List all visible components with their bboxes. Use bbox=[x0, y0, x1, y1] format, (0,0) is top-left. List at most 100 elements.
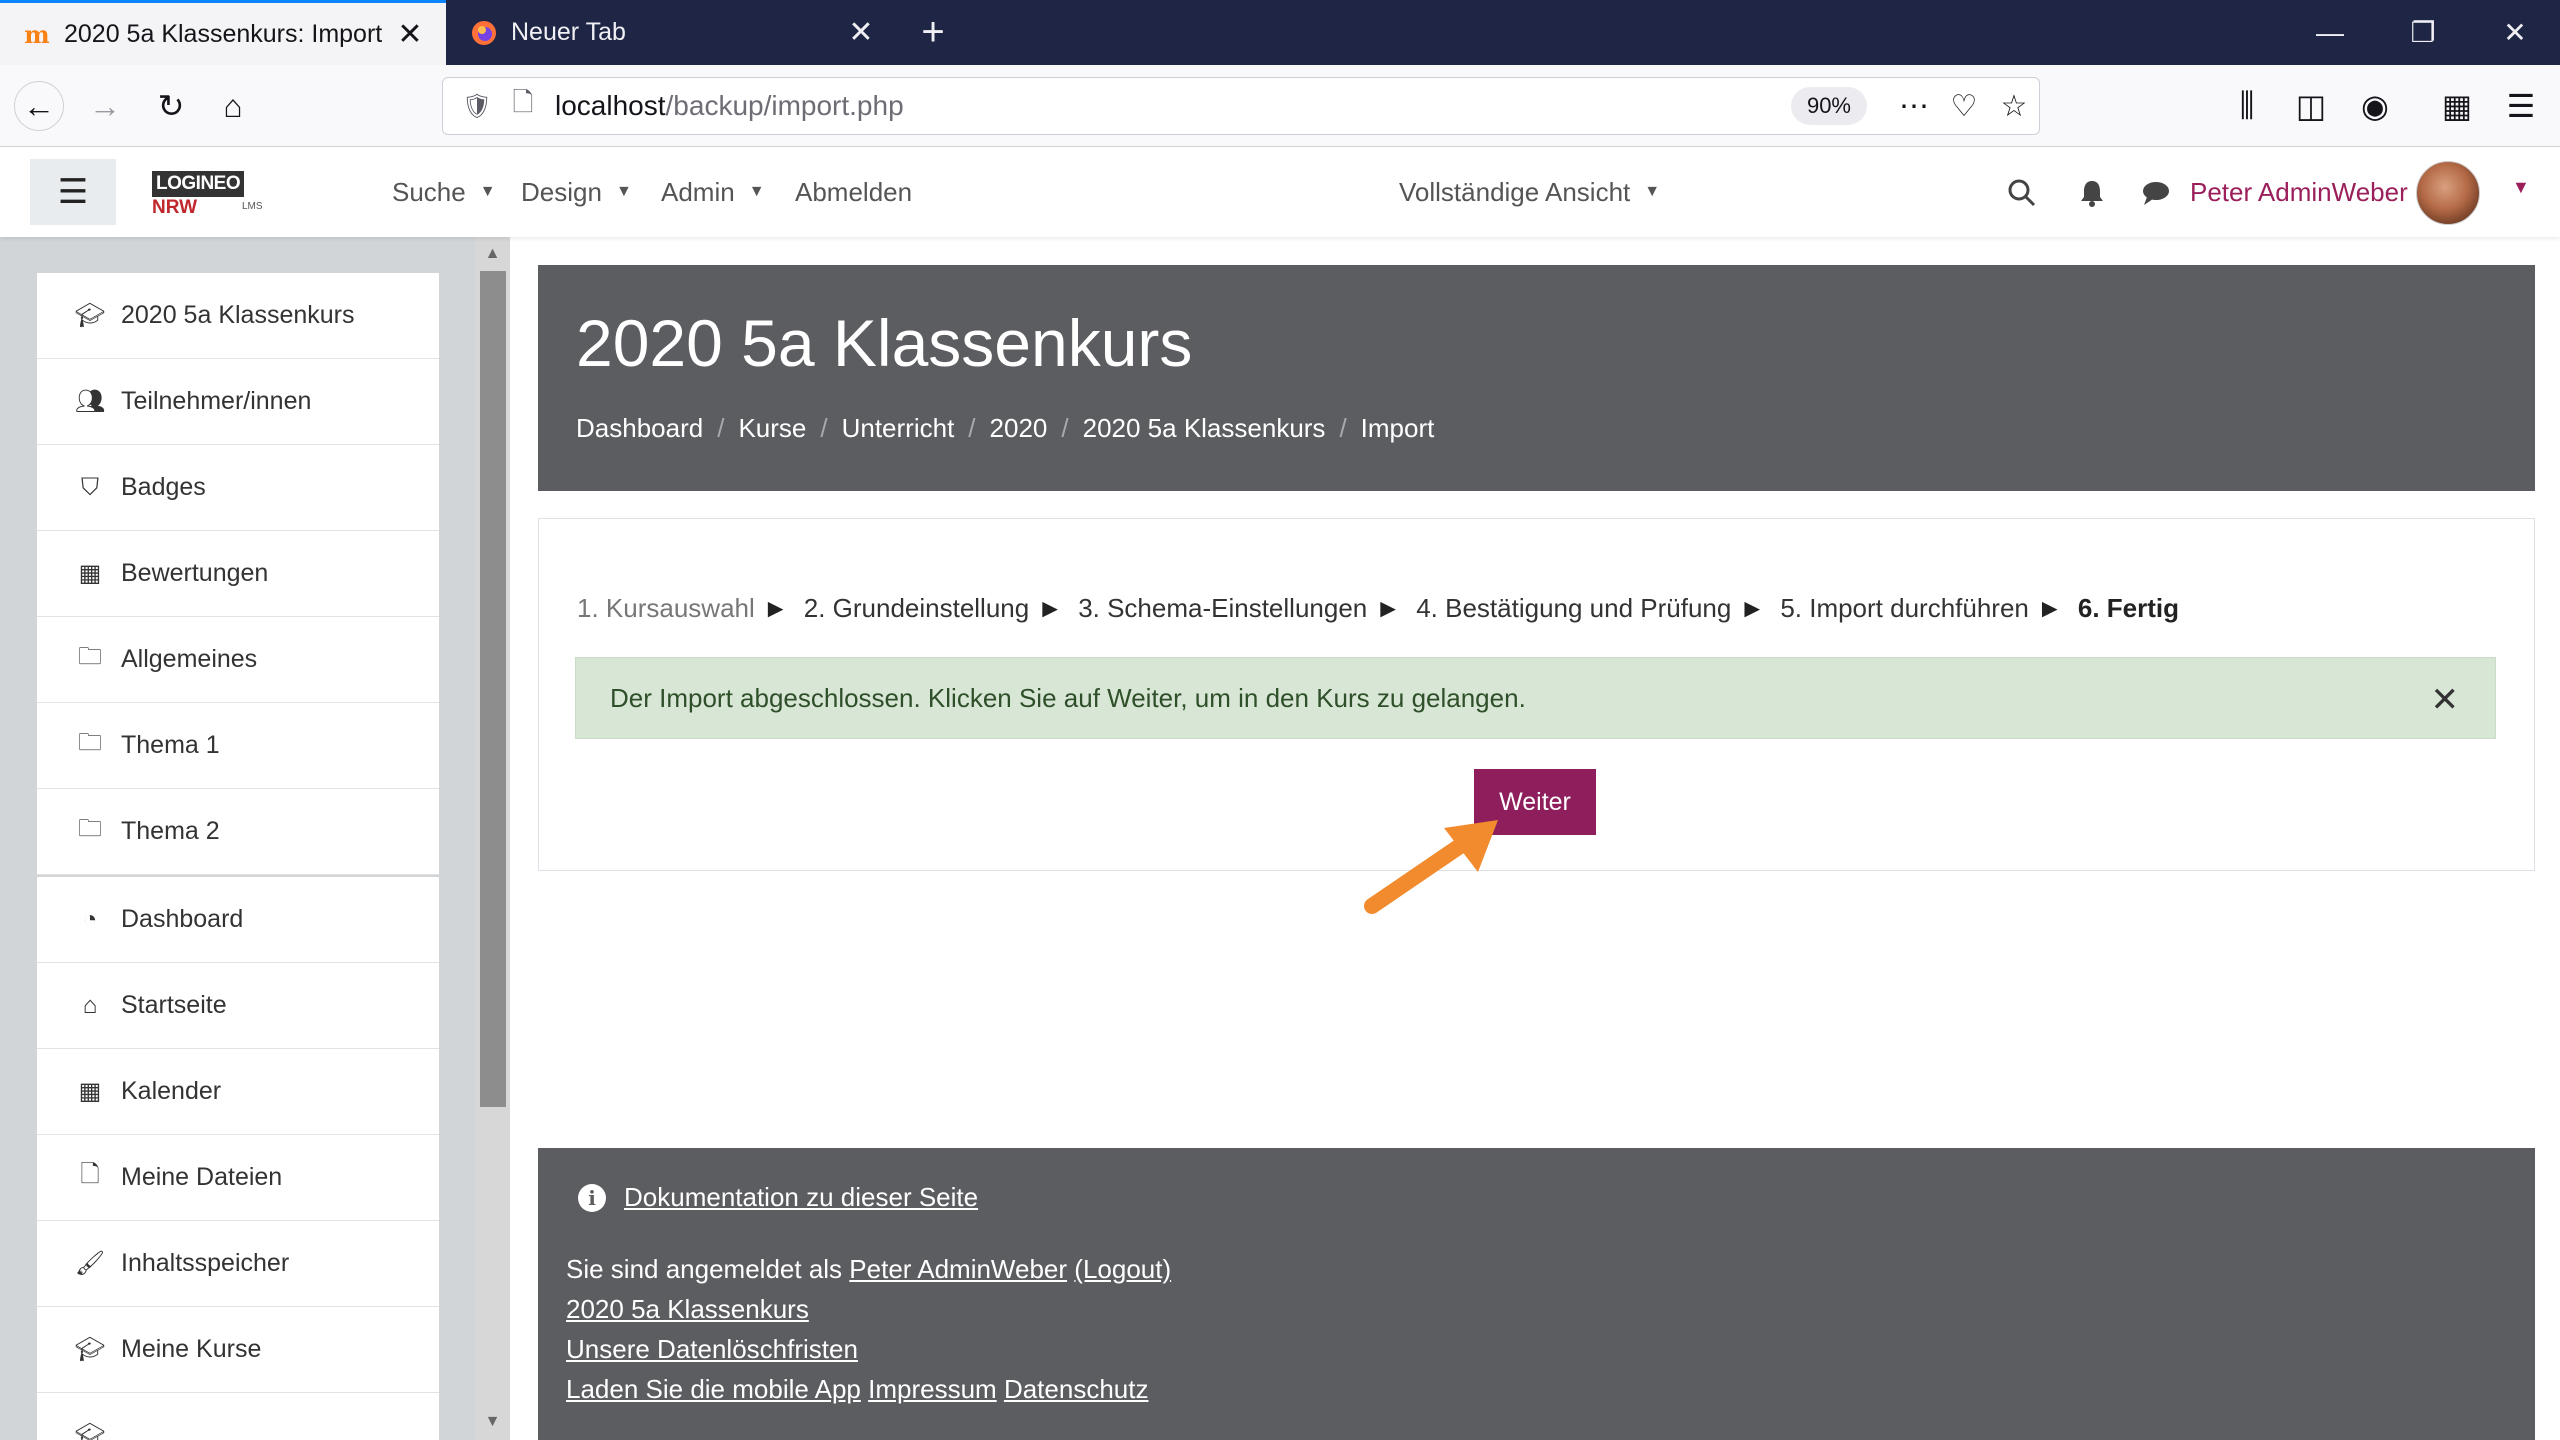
messages-icon[interactable] bbox=[2134, 171, 2178, 215]
zoom-badge[interactable]: 90% bbox=[1790, 87, 1867, 125]
user-name[interactable]: Peter AdminWeber bbox=[2190, 147, 2408, 237]
folder-icon: 🗀 bbox=[78, 815, 102, 842]
breadcrumb-item[interactable]: Unterricht bbox=[842, 413, 955, 444]
breadcrumb-item[interactable]: Import bbox=[1361, 413, 1435, 444]
browser-tab-new[interactable]: Neuer Tab ✕ bbox=[447, 0, 897, 65]
view-mode-dropdown[interactable]: Vollständige Ansicht ▼ bbox=[1399, 147, 1660, 237]
drawer-item-topic-1[interactable]: 🗀 Thema 1 bbox=[37, 703, 439, 789]
more-actions-icon[interactable]: ⋯ bbox=[1889, 89, 1939, 124]
drawer-item-topic-2[interactable]: 🗀 Thema 2 bbox=[37, 789, 439, 875]
extensions-icon[interactable]: ▦ bbox=[2432, 81, 2482, 131]
menu-design[interactable]: Design ▼ bbox=[521, 147, 632, 237]
user-avatar[interactable] bbox=[2416, 161, 2480, 225]
drawer-item-grades[interactable]: ▦ Bewertungen bbox=[37, 531, 439, 617]
scroll-up-icon[interactable]: ▲ bbox=[475, 239, 510, 269]
library-icon[interactable]: ⫼ bbox=[2222, 81, 2272, 131]
footer-mobile-app-link[interactable]: Laden Sie die mobile App bbox=[566, 1374, 861, 1404]
restore-icon[interactable]: ❐ bbox=[2378, 0, 2468, 65]
step-arrow-icon: ► bbox=[2036, 593, 2063, 623]
page-info-icon[interactable]: 🗋 bbox=[503, 84, 543, 128]
breadcrumb-item[interactable]: 2020 5a Klassenkurs bbox=[1083, 413, 1326, 444]
drawer-item-participants[interactable]: 👥︎ Teilnehmer/innen bbox=[37, 359, 439, 445]
table-icon: ▦ bbox=[78, 560, 102, 587]
drawer-toggle-button[interactable]: ☰ bbox=[30, 159, 116, 225]
menu-logout[interactable]: Abmelden bbox=[795, 147, 912, 237]
search-icon[interactable] bbox=[2000, 171, 2044, 215]
footer-course-link[interactable]: 2020 5a Klassenkurs bbox=[566, 1294, 809, 1324]
footer-user-link[interactable]: Peter AdminWeber bbox=[849, 1254, 1067, 1284]
footer-deletion-link[interactable]: Unsere Datenlöschfristen bbox=[566, 1334, 858, 1364]
tracking-shield-icon[interactable]: 🛡 bbox=[457, 92, 497, 121]
home-icon[interactable]: ⌂ bbox=[208, 81, 258, 131]
url-text[interactable]: localhost/backup/import.php bbox=[555, 90, 1791, 122]
caret-down-icon: ▼ bbox=[1644, 183, 1661, 200]
step-initial-settings: 2. Grundeinstellung bbox=[803, 593, 1030, 623]
close-tab-icon[interactable]: ✕ bbox=[390, 17, 430, 52]
close-window-icon[interactable]: ✕ bbox=[2470, 0, 2560, 65]
reload-icon[interactable]: ↻ bbox=[146, 81, 196, 131]
caret-down-icon: ▼ bbox=[748, 183, 765, 200]
firefox-favicon-icon bbox=[469, 18, 499, 48]
step-arrow-icon: ► bbox=[1739, 593, 1766, 623]
breadcrumb: Dashboard / Kurse / Unterricht/ 2020/ 2020… bbox=[576, 413, 1435, 444]
drawer-item-partial[interactable]: 🎓︎ bbox=[37, 1393, 439, 1440]
back-icon[interactable]: ← bbox=[14, 81, 64, 131]
forward-icon[interactable]: → bbox=[80, 81, 130, 131]
drawer-item-calendar[interactable]: ▦ Kalender bbox=[37, 1049, 439, 1135]
app-menu-icon[interactable]: ☰ bbox=[2496, 81, 2546, 131]
notification-bell-icon[interactable] bbox=[2070, 171, 2114, 215]
graduation-cap-icon: 🎓︎ bbox=[74, 1422, 106, 1440]
account-icon[interactable]: ◉ bbox=[2350, 81, 2400, 131]
pocket-icon[interactable]: ♡ bbox=[1939, 89, 1989, 124]
breadcrumb-item[interactable]: 2020 bbox=[990, 413, 1048, 444]
drawer-item-private-files[interactable]: 🗋 Meine Dateien bbox=[37, 1135, 439, 1221]
step-schema-settings: 3. Schema-Einstellungen bbox=[1078, 593, 1368, 623]
site-logo[interactable]: LOGINEONRW LMS bbox=[152, 171, 286, 218]
page-header: 2020 5a Klassenkurs Dashboard / Kurse / Un… bbox=[538, 265, 2535, 491]
tab-title: 2020 5a Klassenkurs: Import bbox=[64, 19, 383, 48]
shield-icon: ⛉ bbox=[81, 473, 99, 501]
url-bar[interactable]: 🛡 🗋 localhost/backup/import.php 90% ⋯ ♡ … bbox=[442, 77, 2040, 135]
calendar-icon: ▦ bbox=[78, 1078, 102, 1105]
user-menu-caret-icon[interactable]: ▼ bbox=[2512, 177, 2530, 198]
dashboard-icon: ◔ bbox=[82, 905, 98, 933]
alert-message: Der Import abgeschlossen. Klicken Sie au… bbox=[610, 682, 1526, 713]
users-icon: 👥︎ bbox=[74, 388, 106, 415]
drawer-item-dashboard[interactable]: ◔ Dashboard bbox=[37, 877, 439, 963]
drawer-item-general[interactable]: 🗀 Allgemeines bbox=[37, 617, 439, 703]
browser-tab-bar: m 2020 5a Klassenkurs: Import ✕ Neuer Ta… bbox=[0, 0, 2560, 65]
footer-logout-link[interactable]: (Logout) bbox=[1074, 1254, 1171, 1284]
close-tab-icon[interactable]: ✕ bbox=[841, 15, 881, 50]
site-nav-list: ◔ Dashboard ⌂ Startseite ▦ Kalender 🗋 Meine … bbox=[37, 877, 439, 1440]
graduation-cap-icon: 🎓︎ bbox=[74, 1336, 106, 1363]
drawer-scrollbar[interactable]: ▲ ▼ bbox=[475, 237, 510, 1440]
breadcrumb-item[interactable]: Dashboard bbox=[576, 413, 703, 444]
footer-doc-row: i Dokumentation zu dieser Seite bbox=[578, 1182, 978, 1213]
drawer-item-content-bank[interactable]: 🖌︎ Inhaltsspeicher bbox=[37, 1221, 439, 1307]
step-confirmation: 4. Bestätigung und Prüfung bbox=[1416, 593, 1732, 623]
breadcrumb-item[interactable]: Kurse bbox=[738, 413, 806, 444]
step-arrow-icon: ► bbox=[762, 593, 789, 623]
footer-privacy-link[interactable]: Datenschutz bbox=[1004, 1374, 1149, 1404]
scrollbar-thumb[interactable] bbox=[480, 271, 506, 1107]
scroll-down-icon[interactable]: ▼ bbox=[475, 1407, 510, 1437]
menu-search[interactable]: Suche ▼ bbox=[392, 147, 496, 237]
drawer-item-badges[interactable]: ⛉ Badges bbox=[37, 445, 439, 531]
page-title: 2020 5a Klassenkurs bbox=[576, 306, 1193, 380]
step-arrow-icon: ► bbox=[1375, 593, 1401, 623]
bookmark-star-icon[interactable]: ☆ bbox=[1989, 89, 2039, 124]
drawer-item-course[interactable]: 🎓︎ 2020 5a Klassenkurs bbox=[37, 273, 439, 359]
new-tab-button[interactable]: + bbox=[910, 8, 956, 56]
minimize-icon[interactable]: — bbox=[2285, 0, 2375, 65]
folder-icon: 🗀 bbox=[78, 643, 102, 670]
menu-admin[interactable]: Admin ▼ bbox=[661, 147, 765, 237]
drawer-item-home[interactable]: ⌂ Startseite bbox=[37, 963, 439, 1049]
step-complete: 6. Fertig bbox=[2077, 593, 2179, 623]
close-icon[interactable]: ✕ bbox=[2431, 680, 2460, 720]
footer-impressum-link[interactable]: Impressum bbox=[868, 1374, 997, 1404]
documentation-link[interactable]: Dokumentation zu dieser Seite bbox=[624, 1182, 978, 1213]
sidebar-icon[interactable]: ◫ bbox=[2286, 81, 2336, 131]
drawer-item-my-courses[interactable]: 🎓︎ Meine Kurse bbox=[37, 1307, 439, 1393]
brush-icon: 🖌︎ bbox=[74, 1250, 106, 1277]
browser-tab-import[interactable]: m 2020 5a Klassenkurs: Import ✕ bbox=[0, 0, 446, 65]
